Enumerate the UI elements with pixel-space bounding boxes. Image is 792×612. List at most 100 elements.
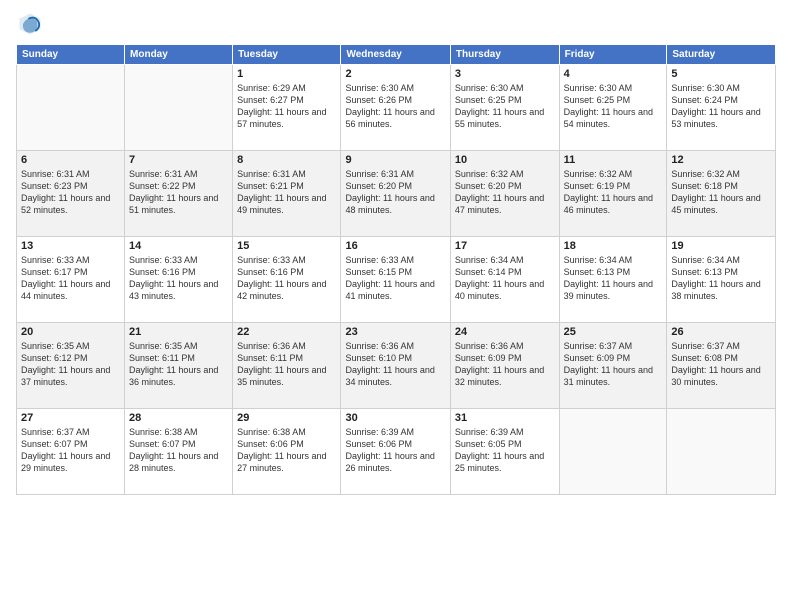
day-info: Sunrise: 6:34 AMSunset: 6:13 PMDaylight:… — [564, 254, 663, 303]
logo — [16, 10, 48, 38]
calendar-cell: 31 Sunrise: 6:39 AMSunset: 6:05 PMDayligh… — [450, 409, 559, 495]
day-info: Sunrise: 6:34 AMSunset: 6:14 PMDaylight:… — [455, 254, 555, 303]
day-info: Sunrise: 6:31 AMSunset: 6:20 PMDaylight:… — [345, 168, 445, 217]
day-info: Sunrise: 6:30 AMSunset: 6:26 PMDaylight:… — [345, 82, 445, 131]
day-info: Sunrise: 6:32 AMSunset: 6:20 PMDaylight:… — [455, 168, 555, 217]
calendar-cell: 23Sunrise: 6:36 AMSunset: 6:10 PMDayligh… — [341, 323, 450, 409]
calendar-cell: 22 Sunrise: 6:36 AMSunset: 6:11 PMDayligh… — [233, 323, 341, 409]
calendar-week-row: 1 Sunrise: 6:29 AMSunset: 6:27 PMDaylight… — [17, 65, 776, 151]
calendar-cell: 13 Sunrise: 6:33 AMSunset: 6:17 PMDayligh… — [17, 237, 125, 323]
calendar-cell: 19 Sunrise: 6:34 AMSunset: 6:13 PMDayligh… — [667, 237, 776, 323]
day-info: Sunrise: 6:32 AMSunset: 6:18 PMDaylight:… — [671, 168, 771, 217]
day-number: 16 — [345, 240, 445, 252]
calendar-week-row: 6 Sunrise: 6:31 AMSunset: 6:23 PMDaylight… — [17, 151, 776, 237]
day-number: 1 — [237, 68, 336, 80]
day-number: 4 — [564, 68, 663, 80]
calendar-week-row: 27Sunrise: 6:37 AMSunset: 6:07 PMDayligh… — [17, 409, 776, 495]
day-info: Sunrise: 6:31 AMSunset: 6:22 PMDaylight:… — [129, 168, 228, 217]
day-number: 19 — [671, 240, 771, 252]
day-number: 26 — [671, 326, 771, 338]
day-info: Sunrise: 6:35 AMSunset: 6:11 PMDaylight:… — [129, 340, 228, 389]
calendar-cell: 3 Sunrise: 6:30 AMSunset: 6:25 PMDaylight… — [450, 65, 559, 151]
day-number: 3 — [455, 68, 555, 80]
day-number: 9 — [345, 154, 445, 166]
calendar-cell — [559, 409, 667, 495]
calendar-cell: 20 Sunrise: 6:35 AMSunset: 6:12 PMDayligh… — [17, 323, 125, 409]
calendar-cell — [17, 65, 125, 151]
weekday-header: Monday — [125, 45, 233, 65]
day-info: Sunrise: 6:38 AMSunset: 6:06 PMDaylight:… — [237, 426, 336, 475]
day-info: Sunrise: 6:36 AMSunset: 6:11 PMDaylight:… — [237, 340, 336, 389]
calendar-cell: 24 Sunrise: 6:36 AMSunset: 6:09 PMDayligh… — [450, 323, 559, 409]
day-info: Sunrise: 6:30 AMSunset: 6:25 PMDaylight:… — [564, 82, 663, 131]
weekday-header: Friday — [559, 45, 667, 65]
weekday-header: Sunday — [17, 45, 125, 65]
day-info: Sunrise: 6:33 AMSunset: 6:17 PMDaylight:… — [21, 254, 120, 303]
day-info: Sunrise: 6:33 AMSunset: 6:15 PMDaylight:… — [345, 254, 445, 303]
day-number: 24 — [455, 326, 555, 338]
day-number: 29 — [237, 412, 336, 424]
day-info: Sunrise: 6:31 AMSunset: 6:23 PMDaylight:… — [21, 168, 120, 217]
day-number: 28 — [129, 412, 228, 424]
day-info: Sunrise: 6:31 AMSunset: 6:21 PMDaylight:… — [237, 168, 336, 217]
calendar-cell: 11Sunrise: 6:32 AMSunset: 6:19 PMDayligh… — [559, 151, 667, 237]
calendar-cell: 6 Sunrise: 6:31 AMSunset: 6:23 PMDaylight… — [17, 151, 125, 237]
calendar-cell: 14Sunrise: 6:33 AMSunset: 6:16 PMDayligh… — [125, 237, 233, 323]
day-number: 12 — [671, 154, 771, 166]
day-number: 31 — [455, 412, 555, 424]
day-info: Sunrise: 6:30 AMSunset: 6:24 PMDaylight:… — [671, 82, 771, 131]
day-info: Sunrise: 6:39 AMSunset: 6:05 PMDaylight:… — [455, 426, 555, 475]
calendar-cell: 28 Sunrise: 6:38 AMSunset: 6:07 PMDayligh… — [125, 409, 233, 495]
day-number: 22 — [237, 326, 336, 338]
day-info: Sunrise: 6:34 AMSunset: 6:13 PMDaylight:… — [671, 254, 771, 303]
calendar-header-row: SundayMondayTuesdayWednesdayThursdayFrid… — [17, 45, 776, 65]
day-info: Sunrise: 6:36 AMSunset: 6:09 PMDaylight:… — [455, 340, 555, 389]
day-info: Sunrise: 6:33 AMSunset: 6:16 PMDaylight:… — [129, 254, 228, 303]
day-number: 20 — [21, 326, 120, 338]
calendar-cell: 15 Sunrise: 6:33 AMSunset: 6:16 PMDayligh… — [233, 237, 341, 323]
weekday-header: Tuesday — [233, 45, 341, 65]
calendar-cell: 4 Sunrise: 6:30 AMSunset: 6:25 PMDaylight… — [559, 65, 667, 151]
day-info: Sunrise: 6:30 AMSunset: 6:25 PMDaylight:… — [455, 82, 555, 131]
calendar-cell — [125, 65, 233, 151]
header — [16, 10, 776, 38]
day-info: Sunrise: 6:33 AMSunset: 6:16 PMDaylight:… — [237, 254, 336, 303]
day-number: 17 — [455, 240, 555, 252]
day-number: 21 — [129, 326, 228, 338]
calendar-week-row: 20 Sunrise: 6:35 AMSunset: 6:12 PMDayligh… — [17, 323, 776, 409]
calendar-cell: 9 Sunrise: 6:31 AMSunset: 6:20 PMDaylight… — [341, 151, 450, 237]
calendar-cell: 7 Sunrise: 6:31 AMSunset: 6:22 PMDaylight… — [125, 151, 233, 237]
day-info: Sunrise: 6:37 AMSunset: 6:09 PMDaylight:… — [564, 340, 663, 389]
day-number: 10 — [455, 154, 555, 166]
day-info: Sunrise: 6:32 AMSunset: 6:19 PMDaylight:… — [564, 168, 663, 217]
day-number: 25 — [564, 326, 663, 338]
day-info: Sunrise: 6:29 AMSunset: 6:27 PMDaylight:… — [237, 82, 336, 131]
day-info: Sunrise: 6:39 AMSunset: 6:06 PMDaylight:… — [345, 426, 445, 475]
weekday-header: Saturday — [667, 45, 776, 65]
day-number: 23 — [345, 326, 445, 338]
day-info: Sunrise: 6:37 AMSunset: 6:08 PMDaylight:… — [671, 340, 771, 389]
weekday-header: Thursday — [450, 45, 559, 65]
day-number: 27 — [21, 412, 120, 424]
calendar-cell: 10 Sunrise: 6:32 AMSunset: 6:20 PMDayligh… — [450, 151, 559, 237]
day-info: Sunrise: 6:35 AMSunset: 6:12 PMDaylight:… — [21, 340, 120, 389]
calendar-cell: 27Sunrise: 6:37 AMSunset: 6:07 PMDayligh… — [17, 409, 125, 495]
day-number: 8 — [237, 154, 336, 166]
calendar-cell: 2Sunrise: 6:30 AMSunset: 6:26 PMDaylight… — [341, 65, 450, 151]
calendar-cell: 18Sunrise: 6:34 AMSunset: 6:13 PMDayligh… — [559, 237, 667, 323]
calendar-cell: 1 Sunrise: 6:29 AMSunset: 6:27 PMDaylight… — [233, 65, 341, 151]
calendar-cell — [667, 409, 776, 495]
day-number: 7 — [129, 154, 228, 166]
calendar-cell: 29 Sunrise: 6:38 AMSunset: 6:06 PMDayligh… — [233, 409, 341, 495]
calendar-cell: 26 Sunrise: 6:37 AMSunset: 6:08 PMDayligh… — [667, 323, 776, 409]
calendar-week-row: 13 Sunrise: 6:33 AMSunset: 6:17 PMDayligh… — [17, 237, 776, 323]
day-number: 30 — [345, 412, 445, 424]
day-number: 15 — [237, 240, 336, 252]
day-number: 13 — [21, 240, 120, 252]
calendar-cell: 30 Sunrise: 6:39 AMSunset: 6:06 PMDayligh… — [341, 409, 450, 495]
calendar-cell: 16 Sunrise: 6:33 AMSunset: 6:15 PMDayligh… — [341, 237, 450, 323]
logo-icon — [16, 10, 44, 38]
calendar-cell: 8 Sunrise: 6:31 AMSunset: 6:21 PMDaylight… — [233, 151, 341, 237]
day-info: Sunrise: 6:38 AMSunset: 6:07 PMDaylight:… — [129, 426, 228, 475]
day-number: 6 — [21, 154, 120, 166]
